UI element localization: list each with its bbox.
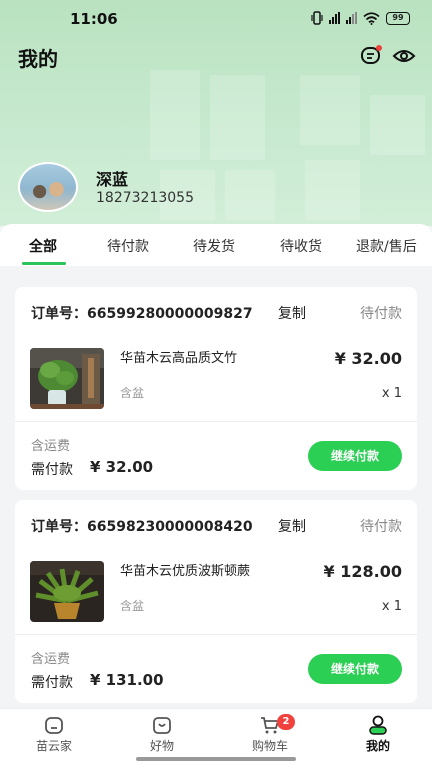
eye-icon[interactable]: [392, 44, 416, 68]
order-status: 待付款: [360, 306, 402, 322]
nav-label: 我的: [365, 739, 390, 753]
tab-pending-receipt[interactable]: 待收货: [280, 236, 322, 256]
product-variant: 含盆: [120, 599, 145, 613]
product-price: ¥ 128.00: [323, 562, 402, 581]
divider: [15, 634, 417, 635]
cart-badge: 2: [277, 714, 295, 730]
status-icons: 99: [311, 11, 410, 25]
product-variant: 含盆: [120, 386, 145, 400]
home-icon: [45, 717, 63, 734]
vibrate-icon: [311, 11, 323, 25]
status-bar: 11:06 99: [0, 0, 432, 36]
continue-payment-button[interactable]: 继续付款: [308, 654, 402, 684]
product-price: ¥ 32.00: [334, 349, 402, 368]
product-name[interactable]: 华苗木云高品质文竹: [120, 347, 237, 366]
nav-label: 购物车: [251, 739, 288, 753]
signal-icon: [346, 12, 357, 24]
user-name: 深蓝: [96, 170, 129, 189]
person-icon: [369, 715, 387, 735]
order-number-value: 66598230000008420: [87, 519, 253, 535]
page-title: 我的: [18, 47, 58, 71]
order-number-label: 订单号：: [31, 519, 87, 535]
nav-home[interactable]: 苗云家: [14, 715, 94, 754]
home-indicator: [136, 757, 296, 761]
battery-icon: 99: [386, 11, 410, 25]
avatar[interactable]: [18, 162, 78, 212]
tab-pending-payment[interactable]: 待付款: [107, 236, 149, 256]
shipping-note: 含运费: [31, 652, 71, 667]
order-card[interactable]: 订单号：66599280000009827 复制 待付款 华苗木云高品质文竹 ¥…: [15, 287, 417, 490]
nav-cart[interactable]: 2 购物车: [230, 714, 310, 754]
product-quantity: x 1: [381, 599, 402, 614]
order-number: 订单号：66598230000008420: [31, 516, 253, 536]
nav-label: 苗云家: [35, 739, 72, 753]
status-time: 11:06: [70, 10, 118, 28]
nav-me[interactable]: 我的: [338, 715, 418, 754]
message-icon[interactable]: [359, 44, 383, 68]
wifi-icon: [363, 11, 380, 25]
divider: [15, 421, 417, 422]
amount-due: ¥ 32.00: [90, 458, 154, 476]
order-tabs: 全部 待付款 待发货 待收货 退款/售后: [0, 224, 432, 266]
window-shadow: [300, 75, 360, 145]
product-image[interactable]: [30, 348, 104, 409]
product-name[interactable]: 华苗木云优质波斯顿蕨: [120, 560, 250, 579]
nav-goods[interactable]: 好物: [122, 715, 202, 754]
order-number-label: 订单号：: [31, 306, 87, 322]
window-shadow: [370, 95, 425, 155]
copy-button[interactable]: 复制: [278, 516, 306, 536]
copy-button[interactable]: 复制: [278, 303, 306, 323]
active-tab-indicator: [22, 262, 66, 265]
amount-due-label: 需付款: [31, 675, 73, 691]
tab-all[interactable]: 全部: [29, 236, 57, 256]
nav-label: 好物: [149, 739, 174, 753]
order-number-value: 66599280000009827: [87, 306, 253, 322]
user-phone: 18273213055: [96, 190, 194, 206]
tab-pending-shipment[interactable]: 待发货: [193, 236, 235, 256]
tab-refund[interactable]: 退款/售后: [356, 236, 417, 256]
order-status: 待付款: [360, 519, 402, 535]
window-shadow: [150, 70, 200, 160]
order-card[interactable]: 订单号：66598230000008420 复制 待付款 华苗木云优质波斯顿蕨 …: [15, 500, 417, 703]
window-shadow: [225, 170, 275, 220]
amount-due-label: 需付款: [31, 462, 73, 478]
product-image[interactable]: [30, 561, 104, 622]
shipping-note: 含运费: [31, 439, 71, 454]
window-shadow: [210, 75, 265, 160]
order-number: 订单号：66599280000009827: [31, 303, 253, 323]
bag-icon: [153, 717, 171, 734]
profile-header: 11:06 99 我的 深蓝 18273213055: [0, 0, 432, 226]
amount-due: ¥ 131.00: [90, 671, 164, 689]
window-shadow: [305, 160, 360, 220]
signal-icon: [329, 12, 340, 24]
continue-payment-button[interactable]: 继续付款: [308, 441, 402, 471]
product-quantity: x 1: [381, 386, 402, 401]
